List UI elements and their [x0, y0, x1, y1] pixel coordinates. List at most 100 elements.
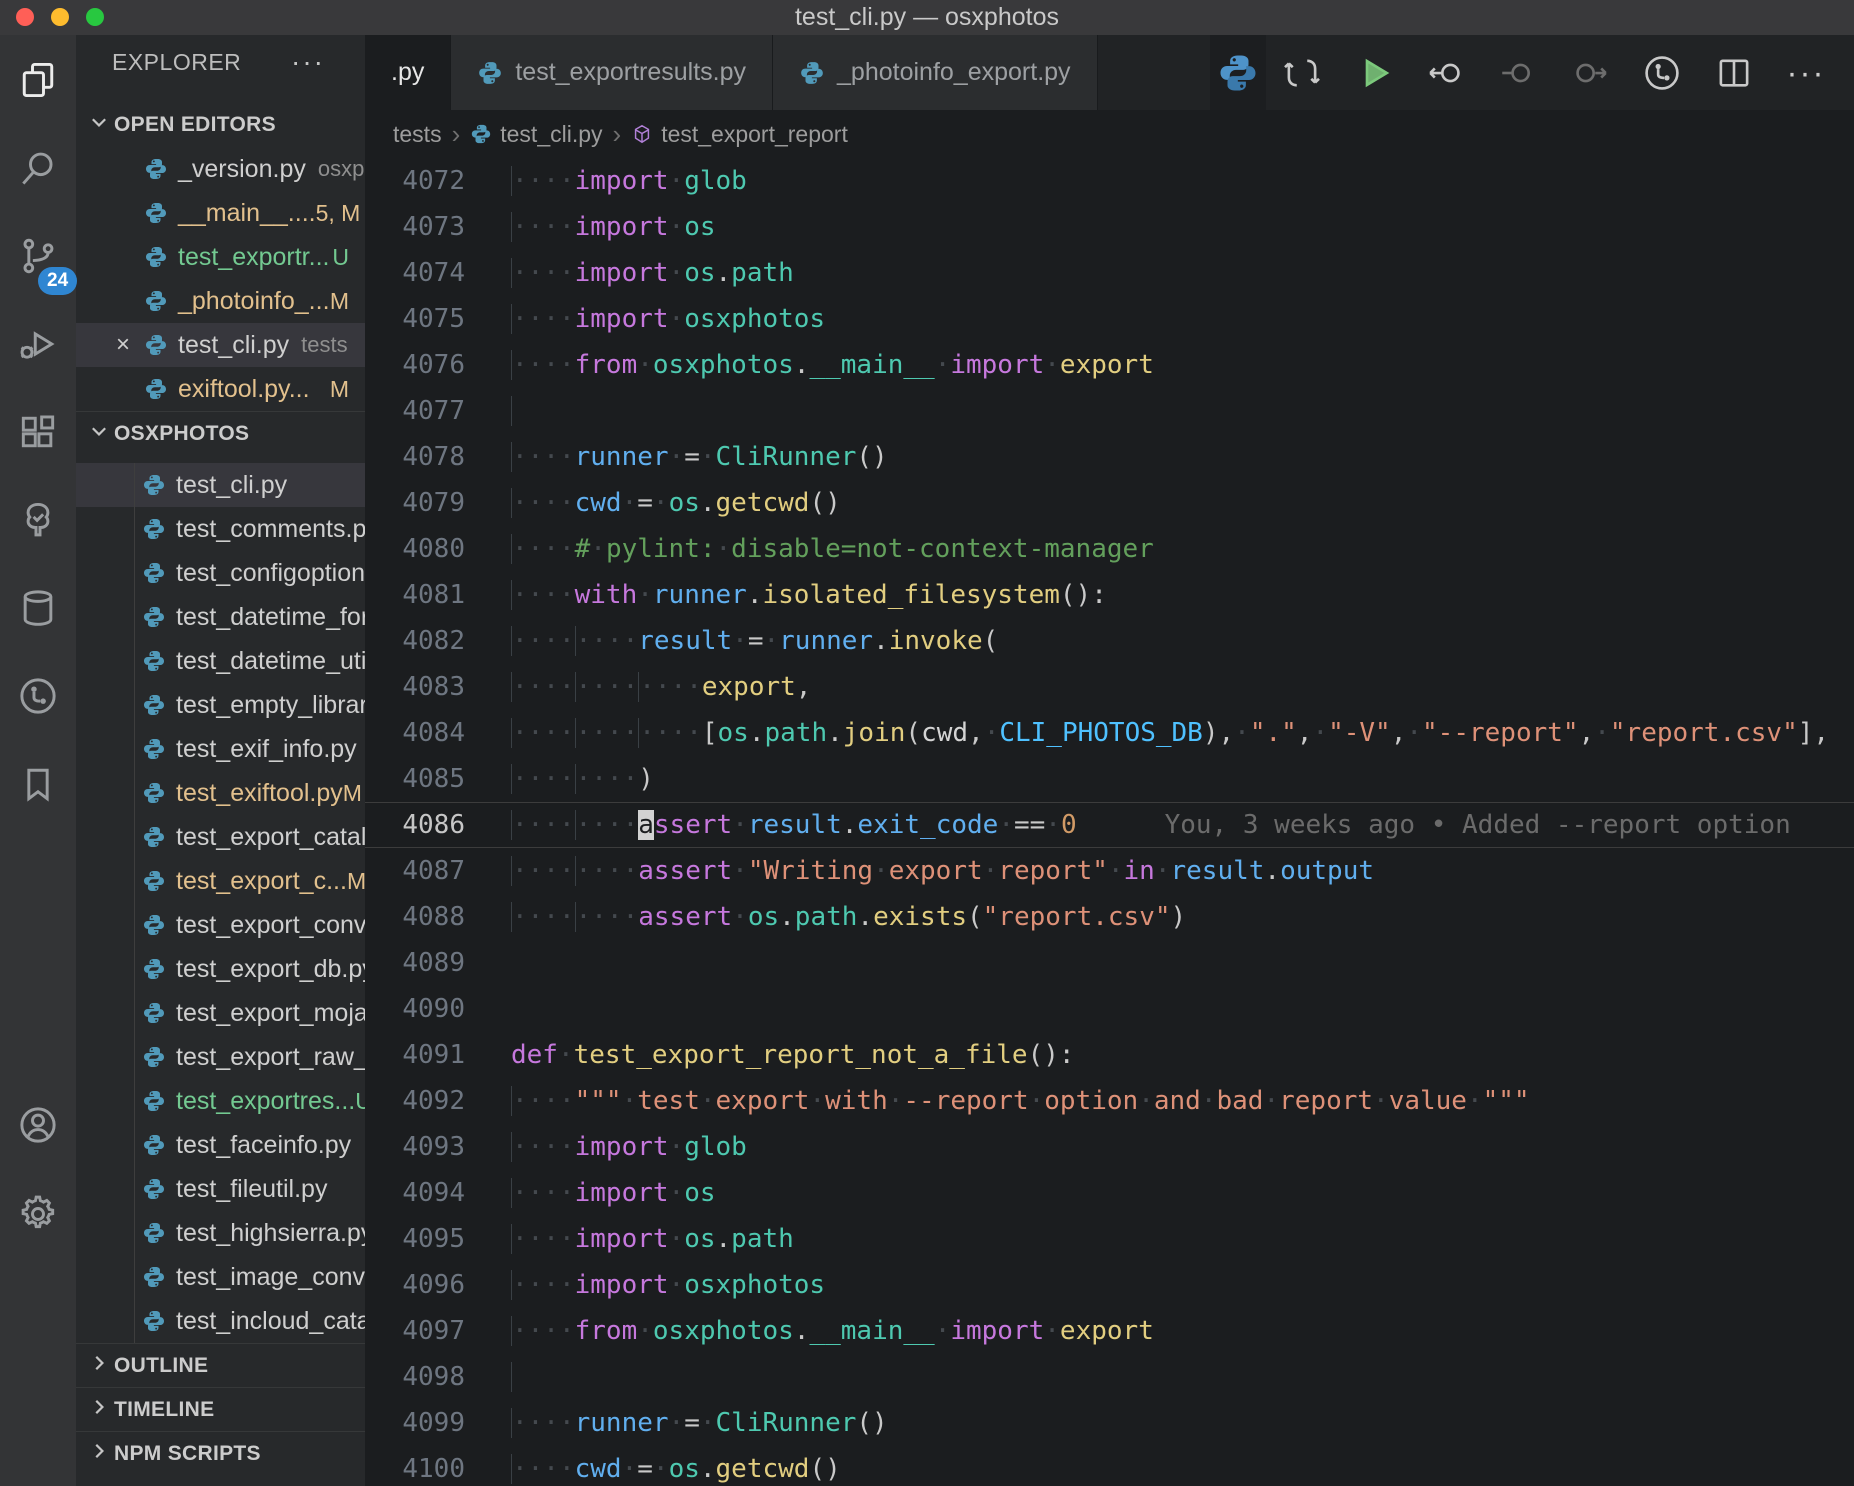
file-tree-item[interactable]: test_export_c...M — [76, 859, 365, 903]
editor-tab[interactable]: _photoinfo_export.py — [773, 35, 1098, 110]
editor-tab[interactable]: .py — [365, 35, 451, 110]
gitlens-icon[interactable] — [15, 673, 61, 719]
code-line[interactable]: 4096····import·osxphotos — [365, 1262, 1854, 1308]
code-line[interactable]: 4093····import·glob — [365, 1124, 1854, 1170]
run-debug-icon[interactable] — [15, 321, 61, 367]
code-line[interactable]: 4097····from·osxphotos.__main__·import·e… — [365, 1308, 1854, 1354]
file-tree-item[interactable]: test_image_convert... — [76, 1255, 365, 1299]
open-editors-header[interactable]: OPEN EDITORS — [76, 103, 365, 147]
code-line[interactable]: 4089 — [365, 940, 1854, 986]
code-line[interactable]: 4072····import·glob — [365, 158, 1854, 204]
split-editor-icon[interactable] — [1698, 35, 1770, 110]
file-tree-item[interactable]: test_export_conver... — [76, 903, 365, 947]
file-tree-item[interactable]: test_fileutil.py — [76, 1167, 365, 1211]
code-line[interactable]: 4085········) — [365, 756, 1854, 802]
database-icon[interactable] — [15, 585, 61, 631]
code-line[interactable]: 4081····with·runner.isolated_filesystem(… — [365, 572, 1854, 618]
code-line[interactable]: 4098 — [365, 1354, 1854, 1400]
open-editor-item[interactable]: _version.pyosxp... — [76, 147, 365, 191]
breadcrumb-item[interactable]: test_export_report — [631, 121, 848, 148]
code-line[interactable]: 4074····import·os.path — [365, 250, 1854, 296]
extensions-icon[interactable] — [15, 409, 61, 455]
code-line[interactable]: 4099····runner·=·CliRunner() — [365, 1400, 1854, 1446]
file-tree-item[interactable]: test_datetime_form... — [76, 595, 365, 639]
code-line[interactable]: 4082········result·=·runner.invoke( — [365, 618, 1854, 664]
traffic-lights — [16, 8, 104, 26]
code-line[interactable]: 4086········assert·result.exit_code·==·0… — [365, 802, 1854, 848]
code-line[interactable]: 4080····#·pylint:·disable=not-context-ma… — [365, 526, 1854, 572]
open-editor-item[interactable]: ×test_cli.pytests — [76, 323, 365, 367]
code-line[interactable]: 4090 — [365, 986, 1854, 1032]
line-number: 4079 — [365, 480, 465, 526]
line-number: 4083 — [365, 664, 465, 710]
run-file-icon[interactable] — [1338, 35, 1410, 110]
zoom-window-button[interactable] — [86, 8, 104, 26]
search-icon[interactable] — [15, 145, 61, 191]
file-tree-item[interactable]: test_faceinfo.py — [76, 1123, 365, 1167]
open-editor-item[interactable]: test_exportr...U — [76, 235, 365, 279]
explorer-icon[interactable] — [15, 57, 61, 103]
code-line[interactable]: 4078····runner·=·CliRunner() — [365, 434, 1854, 480]
record-step-icon[interactable] — [1482, 35, 1554, 110]
breadcrumb-item[interactable]: test_cli.py — [470, 121, 602, 148]
code-line[interactable]: 4100····cwd·=·os.getcwd() — [365, 1446, 1854, 1486]
file-tree-item[interactable]: test_exiftool.pyM — [76, 771, 365, 815]
code-line[interactable]: 4094····import·os — [365, 1170, 1854, 1216]
file-tree-item[interactable]: test_exportres...U — [76, 1079, 365, 1123]
file-tree-item[interactable]: test_export_raw_ca... — [76, 1035, 365, 1079]
python-file-icon — [799, 60, 825, 86]
file-tree-item[interactable]: test_empty_library_... — [76, 683, 365, 727]
open-editor-item[interactable]: __main__....5, M — [76, 191, 365, 235]
file-tree-item[interactable]: test_export_catalin... — [76, 815, 365, 859]
file-tree-item[interactable]: test_export_mojave... — [76, 991, 365, 1035]
file-name: test_exportres... — [176, 1087, 355, 1116]
python-interpreter-icon[interactable] — [1210, 35, 1266, 110]
explorer-more-actions-icon[interactable]: ··· — [291, 57, 325, 67]
sidebar-section-outline[interactable]: OUTLINE — [76, 1343, 365, 1387]
code-line[interactable]: 4083············export, — [365, 664, 1854, 710]
code-line[interactable]: 4079····cwd·=·os.getcwd() — [365, 480, 1854, 526]
breadcrumb-item[interactable]: tests — [393, 121, 442, 148]
folder-section-header[interactable]: OSXPHOTOS — [76, 411, 365, 455]
step-back-icon[interactable] — [1410, 35, 1482, 110]
settings-gear-icon[interactable] — [15, 1191, 61, 1237]
compare-changes-icon[interactable] — [1266, 35, 1338, 110]
code-line[interactable]: 4091def·test_export_report_not_a_file(): — [365, 1032, 1854, 1078]
code-line[interactable]: 4095····import·os.path — [365, 1216, 1854, 1262]
code-line[interactable]: 4077 — [365, 388, 1854, 434]
gitlens-action-icon[interactable] — [1626, 35, 1698, 110]
minimize-window-button[interactable] — [51, 8, 69, 26]
accounts-icon[interactable] — [15, 1102, 61, 1148]
code-line[interactable]: 4073····import·os — [365, 204, 1854, 250]
file-tree-item[interactable]: test_comments.py — [76, 507, 365, 551]
code-editor[interactable]: 4072····import·glob4073····import·os4074… — [365, 158, 1854, 1486]
file-tree-item[interactable]: test_exif_info.py — [76, 727, 365, 771]
open-editor-item[interactable]: exiftool.py...M — [76, 367, 365, 411]
more-actions-icon[interactable]: ··· — [1770, 35, 1842, 110]
close-editor-icon[interactable]: × — [102, 331, 144, 359]
close-window-button[interactable] — [16, 8, 34, 26]
line-number: 4096 — [365, 1262, 465, 1308]
git-status-badge: 5, M — [316, 200, 365, 227]
step-forward-icon[interactable] — [1554, 35, 1626, 110]
code-line[interactable]: 4087········assert·"Writing·export·repor… — [365, 848, 1854, 894]
file-tree-item[interactable]: test_incloud_catali... — [76, 1299, 365, 1343]
open-editor-item[interactable]: _photoinfo_...M — [76, 279, 365, 323]
sidebar-section-npm-scripts[interactable]: NPM SCRIPTS — [76, 1431, 365, 1475]
sidebar-section-timeline[interactable]: TIMELINE — [76, 1387, 365, 1431]
file-tree-item[interactable]: test_cli.py — [76, 463, 365, 507]
open-editor-desc: tests — [301, 332, 347, 358]
file-tree-item[interactable]: test_highsierra.py — [76, 1211, 365, 1255]
file-tree-item[interactable]: test_datetime_utils.... — [76, 639, 365, 683]
code-line[interactable]: 4084············[os.path.join(cwd,·CLI_P… — [365, 710, 1854, 756]
file-tree-item[interactable]: test_export_db.py — [76, 947, 365, 991]
testing-tree-icon[interactable] — [15, 497, 61, 543]
code-line[interactable]: 4088········assert·os.path.exists("repor… — [365, 894, 1854, 940]
file-tree-item[interactable]: test_configoptions.... — [76, 551, 365, 595]
code-line[interactable]: 4075····import·osxphotos — [365, 296, 1854, 342]
tabs: .pytest_exportresults.py_photoinfo_expor… — [365, 35, 1098, 110]
editor-tab[interactable]: test_exportresults.py — [451, 35, 773, 110]
code-line[interactable]: 4092····"""·test·export·with·--report·op… — [365, 1078, 1854, 1124]
bookmarks-icon[interactable] — [15, 761, 61, 807]
code-line[interactable]: 4076····from·osxphotos.__main__·import·e… — [365, 342, 1854, 388]
